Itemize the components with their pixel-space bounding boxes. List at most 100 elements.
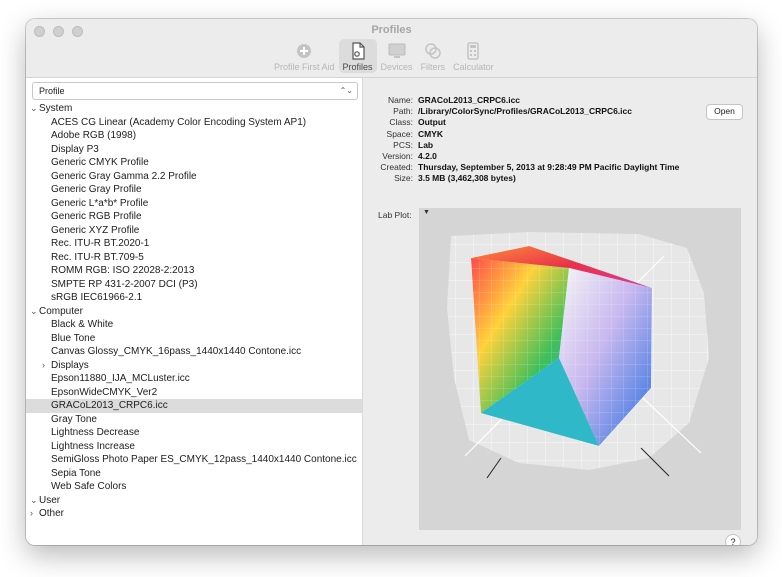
group-system[interactable]: ⌄ System <box>26 102 362 116</box>
profile-list-item[interactable]: Sepia Tone <box>26 467 362 481</box>
profile-list-item[interactable]: Rec. ITU-R BT.709-5 <box>26 251 362 265</box>
chevron-right-icon[interactable]: › <box>42 359 45 373</box>
toolbar-profile-first-aid[interactable]: Profile First Aid <box>270 39 339 73</box>
filters-icon <box>425 43 441 59</box>
profile-item-label: Generic CMYK Profile <box>51 157 149 168</box>
profile-list-item[interactable]: Web Safe Colors <box>26 480 362 494</box>
group-label: Other <box>39 508 65 519</box>
profile-list-item[interactable]: Epson11880_IJA_MCLuster.icc <box>26 372 362 386</box>
info-version: 4.2.0 <box>418 150 437 161</box>
up-down-arrows-icon: ⌃⌄ <box>339 86 353 95</box>
profile-list-item[interactable]: Display P3 <box>26 143 362 157</box>
info-key: Version: <box>382 150 413 161</box>
profile-list-item[interactable]: Generic Gray Gamma 2.2 Profile <box>26 170 362 184</box>
profile-list-panel: Profile ⌃⌄ ⌄ System ACES CG Linear (Acad… <box>26 78 363 545</box>
profile-item-label: Sepia Tone <box>51 467 101 479</box>
group-label: User <box>39 494 61 506</box>
info-space: CMYK <box>418 128 444 139</box>
profile-list-item[interactable]: EpsonWideCMYK_Ver2 <box>26 386 362 400</box>
info-key: Created: <box>380 162 413 173</box>
profile-list-item[interactable]: Lightness Increase <box>26 440 362 454</box>
chevron-down-icon[interactable]: ⌄ <box>30 494 38 508</box>
profile-detail-panel: Name: GRACoL2013_CRPC6.icc Path: /Library/… <box>363 78 757 545</box>
profile-item-label: Lightness Decrease <box>51 427 140 438</box>
profiles-icon <box>351 42 365 60</box>
profile-list-item[interactable]: Lightness Decrease <box>26 426 362 440</box>
profiles-window: Profiles Profile First Aid Profiles Devi… <box>26 19 757 545</box>
group-label: Computer <box>39 305 83 317</box>
profile-item-label: Generic XYZ Profile <box>51 224 140 236</box>
profile-item-label: Epson11880_IJA_MCLuster.icc <box>51 373 190 384</box>
profile-list-item[interactable]: Rec. ITU-R BT.2020-1 <box>26 237 362 251</box>
chevron-down-icon[interactable]: ⌄ <box>30 305 38 319</box>
lab-plot[interactable]: ▼ <box>419 208 741 530</box>
profile-list-item[interactable]: Generic XYZ Profile <box>26 224 362 238</box>
profile-list-item[interactable]: Generic L*a*b* Profile <box>26 197 362 211</box>
profile-item-label: Black & White <box>51 319 114 330</box>
group-other[interactable]: › Other <box>26 507 362 521</box>
profile-item-label: Generic L*a*b* Profile <box>51 197 149 209</box>
profile-list-item[interactable]: Black & White <box>26 318 362 332</box>
help-button[interactable]: ? <box>725 534 741 545</box>
toolbar-label: Profile First Aid <box>274 62 335 72</box>
group-computer[interactable]: ⌄ Computer <box>26 305 362 319</box>
info-key: Size: <box>394 173 413 184</box>
profile-item-label: Canvas Glossy_CMYK_16pass_1440x1440 Cont… <box>51 346 302 357</box>
profile-item-label: GRACoL2013_CRPC6.icc <box>51 400 168 411</box>
profile-item-label: Generic RGB Profile <box>51 211 142 222</box>
profile-list-item[interactable]: ACES CG Linear (Academy Color Encoding S… <box>26 116 362 130</box>
profile-item-label: SMPTE RP 431-2-2007 DCI (P3) <box>51 278 198 290</box>
display-icon <box>388 43 406 58</box>
profile-item-label: ROMM RGB: ISO 22028-2:2013 <box>51 265 195 276</box>
profile-list-item[interactable]: sRGB IEC61966-2.1 <box>26 291 362 305</box>
profile-list-item[interactable]: SMPTE RP 431-2-2007 DCI (P3) <box>26 278 362 292</box>
toolbar-devices[interactable]: Devices <box>377 39 417 73</box>
toolbar-profiles[interactable]: Profiles <box>338 39 377 73</box>
group-user[interactable]: ⌄ User <box>26 494 362 508</box>
profile-list-item[interactable]: Canvas Glossy_CMYK_16pass_1440x1440 Cont… <box>26 345 362 359</box>
info-path: /Library/ColorSync/Profiles/GRACoL2013_C… <box>418 106 632 117</box>
plot-menu-arrow-icon[interactable]: ▼ <box>423 209 430 216</box>
profile-item-label: Lightness Increase <box>51 440 135 452</box>
profile-item-label: ACES CG Linear (Academy Color Encoding S… <box>51 116 307 128</box>
profile-list-item[interactable]: GRACoL2013_CRPC6.icc <box>26 399 362 413</box>
column-header-label: Profile <box>39 86 65 96</box>
toolbar-filters[interactable]: Filters <box>417 39 450 73</box>
chevron-right-icon[interactable]: › <box>30 507 33 521</box>
profile-list-item[interactable]: Generic Gray Profile <box>26 183 362 197</box>
profile-list-item[interactable]: ROMM RGB: ISO 22028-2:2013 <box>26 264 362 278</box>
lab-plot-graphic <box>447 232 709 479</box>
info-name: GRACoL2013_CRPC6.icc <box>418 95 521 105</box>
profile-list-item[interactable]: SemiGloss Photo Paper ES_CMYK_12pass_144… <box>26 453 362 467</box>
info-pcs-row: PCS: Lab <box>363 140 679 151</box>
profile-list-item[interactable]: Blue Tone <box>26 332 362 346</box>
info-key: PCS: <box>393 139 413 150</box>
profile-info: Name: GRACoL2013_CRPC6.icc Path: /Library/… <box>363 95 679 185</box>
profile-item-label: Web Safe Colors <box>51 481 127 492</box>
info-key: Class: <box>389 117 413 128</box>
chevron-down-icon[interactable]: ⌄ <box>30 102 38 116</box>
toolbar-calculator[interactable]: Calculator <box>449 39 498 73</box>
info-class: Output <box>418 117 446 128</box>
profile-item-label: Adobe RGB (1998) <box>51 130 137 141</box>
open-button[interactable]: Open <box>706 104 743 120</box>
profile-column-header[interactable]: Profile ⌃⌄ <box>32 82 358 100</box>
profile-item-label: Generic Gray Profile <box>51 184 142 195</box>
first-aid-icon <box>297 44 312 58</box>
info-size-row: Size: 3.5 MB (3,462,308 bytes) <box>363 173 679 184</box>
info-pcs: Lab <box>418 139 434 150</box>
profile-list-item[interactable]: Generic CMYK Profile <box>26 156 362 170</box>
info-class-row: Class: Output <box>363 117 679 128</box>
profile-item-label: SemiGloss Photo Paper ES_CMYK_12pass_144… <box>51 454 357 465</box>
profile-list-item[interactable]: Gray Tone <box>26 413 362 427</box>
group-label: System <box>39 103 73 114</box>
profile-list-item[interactable]: Adobe RGB (1998) <box>26 129 362 143</box>
profile-list-item[interactable]: Generic RGB Profile <box>26 210 362 224</box>
toolbar-label: Devices <box>380 62 413 72</box>
profile-item-label: Display P3 <box>51 143 99 155</box>
info-key: Space: <box>386 128 413 139</box>
info-name-row: Name: GRACoL2013_CRPC6.icc <box>363 95 679 106</box>
group-displays[interactable]: › Displays <box>26 359 362 373</box>
info-path-row: Path: /Library/ColorSync/Profiles/GRACoL2… <box>363 106 679 117</box>
calculator-icon <box>467 42 480 60</box>
